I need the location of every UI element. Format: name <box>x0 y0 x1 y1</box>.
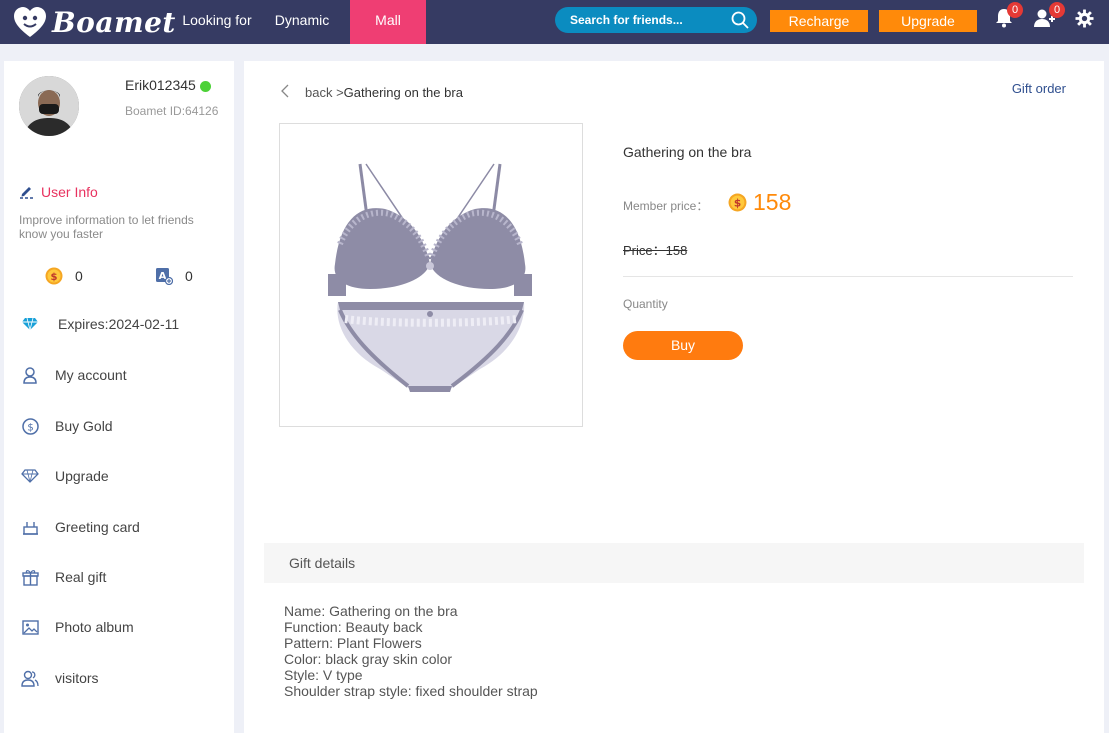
dollar-coin-icon: $ <box>21 417 39 435</box>
sidebar-item-upgrade[interactable]: Upgrade <box>21 466 109 486</box>
nav-dynamic[interactable]: Dynamic <box>266 0 338 44</box>
username: Erik012345 <box>125 77 196 93</box>
vip-diamond-icon <box>21 315 39 333</box>
expires-label: Expires:2024-02-11 <box>58 316 180 332</box>
detail-line: Shoulder strap style: fixed shoulder str… <box>284 683 538 699</box>
gold-balance: $ 0 <box>45 267 83 285</box>
friend-requests-button[interactable]: 0 <box>1034 2 1065 33</box>
svg-text:$: $ <box>27 422 33 433</box>
gift-icon <box>21 568 39 586</box>
boamet-logo[interactable]: Boamet <box>12 3 176 41</box>
detail-line: Pattern: Plant Flowers <box>284 635 422 651</box>
member-price-value: 158 <box>753 189 792 215</box>
quantity-label: Quantity <box>623 297 668 311</box>
sidebar-item-label: Photo album <box>55 619 134 635</box>
gold-count: 0 <box>75 268 83 284</box>
sidebar-item-photo-album[interactable]: Photo album <box>21 617 134 637</box>
detail-line: Name: Gathering on the bra <box>284 603 458 619</box>
card-count: 0 <box>185 268 193 284</box>
sidebar-item-label: Upgrade <box>55 468 109 484</box>
nav-mall[interactable]: Mall <box>350 0 426 44</box>
friend-requests-badge: 0 <box>1049 2 1065 18</box>
gold-coin-icon: $ <box>45 267 63 285</box>
breadcrumb-current: Gathering on the bra <box>343 85 463 100</box>
recharge-button[interactable]: Recharge <box>770 10 868 32</box>
avatar[interactable] <box>19 76 79 136</box>
gift-order-link[interactable]: Gift order <box>1012 81 1066 96</box>
card-icon: A <box>156 268 173 285</box>
user-info-label: User Info <box>41 184 98 200</box>
sidebar-item-label: visitors <box>55 670 99 686</box>
gear-icon <box>1075 9 1094 28</box>
image-icon <box>21 618 39 636</box>
card-balance: A 0 <box>155 267 193 285</box>
brand-name: Boamet <box>52 5 176 39</box>
sidebar-item-visitors[interactable]: visitors <box>21 668 99 688</box>
detail-line: Style: V type <box>284 667 363 683</box>
gold-coin-icon: $ <box>728 193 747 212</box>
sidebar-item-label: Greeting card <box>55 519 140 535</box>
search-input[interactable] <box>570 13 720 27</box>
gift-details-header: Gift details <box>264 543 1084 583</box>
sidebar-item-label: Real gift <box>55 569 107 585</box>
sidebar-item-real-gift[interactable]: Real gift <box>21 567 106 587</box>
original-price: Price：158 <box>623 243 688 258</box>
settings-button[interactable] <box>1075 9 1094 33</box>
member-price-label: Member price： <box>623 199 709 213</box>
visitors-icon <box>21 669 39 687</box>
top-nav-bar: Boamet Looking for Dynamic Mall Recharge… <box>0 0 1109 44</box>
buy-button[interactable]: Buy <box>623 331 743 360</box>
user-info-description: Improve information to let friends know … <box>19 213 194 241</box>
product-image[interactable] <box>279 123 583 427</box>
sidebar-item-label: My account <box>55 367 127 383</box>
user-sidebar: Erik012345 Boamet ID:64126 User Info Imp… <box>4 61 234 733</box>
search-box <box>555 7 757 33</box>
detail-line: Color: black gray skin color <box>284 651 453 667</box>
sidebar-item-my-account[interactable]: My account <box>21 365 127 385</box>
nav-looking-for[interactable]: Looking for <box>172 0 262 44</box>
gift-details-body: Name: Gathering on the bra Function: Bea… <box>284 603 538 699</box>
lingerie-image <box>328 163 532 392</box>
online-status-dot <box>199 80 211 92</box>
main-content: back > Gathering on the bra Gift order G… <box>244 61 1104 733</box>
person-icon <box>21 366 39 384</box>
expires-row: Expires:2024-02-11 <box>21 314 179 334</box>
notifications-badge: 0 <box>1007 2 1023 18</box>
divider <box>623 276 1073 277</box>
heart-logo-icon <box>14 7 46 37</box>
member-price: $ 158 <box>728 189 791 216</box>
chevron-left-icon[interactable] <box>280 84 290 98</box>
cake-icon <box>21 518 39 536</box>
notifications-button[interactable]: 0 <box>995 2 1023 33</box>
detail-line: Function: Beauty back <box>284 619 423 635</box>
search-icon[interactable] <box>731 11 749 34</box>
svg-text:$: $ <box>51 272 58 283</box>
sidebar-item-buy-gold[interactable]: $ Buy Gold <box>21 416 113 436</box>
svg-text:$: $ <box>734 198 741 210</box>
product-name: Gathering on the bra <box>623 144 752 160</box>
username-row: Erik012345 <box>125 77 211 93</box>
sidebar-item-label: Buy Gold <box>55 418 113 434</box>
edit-pencil-icon <box>20 187 34 199</box>
diamond-icon <box>21 467 39 485</box>
breadcrumb-back-link[interactable]: back > <box>305 85 344 100</box>
boamet-id: Boamet ID:64126 <box>125 104 219 118</box>
sidebar-item-greeting-card[interactable]: Greeting card <box>21 517 140 537</box>
user-info-link[interactable]: User Info <box>19 184 98 200</box>
avatar-photo-icon <box>19 76 79 136</box>
upgrade-button[interactable]: Upgrade <box>879 10 977 32</box>
breadcrumb: back > Gathering on the bra <box>280 81 463 100</box>
